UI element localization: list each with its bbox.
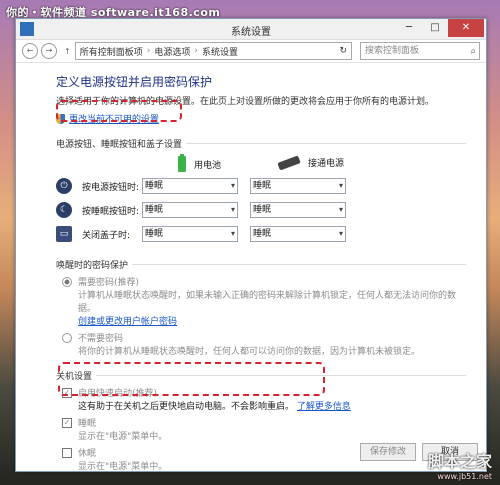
sleep-title: 睡眠 (78, 419, 97, 429)
refresh-icon[interactable]: ↻ (339, 46, 347, 56)
close-button[interactable]: ✕ (448, 19, 484, 37)
close-lid-plugged-select[interactable]: 睡眠 (250, 226, 346, 242)
no-password-title: 不需要密码 (78, 334, 124, 344)
back-button[interactable]: ← (22, 43, 38, 59)
watermark-bottom-right: 脚本之家 www.jb51.net (428, 448, 492, 481)
up-button[interactable]: ↑ (64, 47, 71, 56)
power-plug-icon (277, 154, 301, 171)
sleep-button-row: ☾ 按睡眠按钮时: 睡眠 睡眠 (56, 198, 466, 222)
search-input[interactable]: 搜索控制面板 ⌕ (360, 42, 480, 60)
hibernate-desc: 显示在"电源"菜单中。 (78, 462, 168, 472)
sleep-checkbox[interactable]: ✓ (62, 418, 72, 428)
sleep-desc: 显示在"电源"菜单中。 (78, 432, 168, 442)
forward-button[interactable]: → (41, 43, 57, 59)
power-button-row: ⏻ 按电源按钮时: 睡眠 睡眠 (56, 174, 466, 198)
system-settings-window: 系统设置 ─ □ ✕ ← → ↑ 所有控制面板项 › 电源选项 › 系统设置 ↻… (15, 18, 487, 472)
titlebar: 系统设置 ─ □ ✕ (16, 19, 486, 40)
crumb-power-options[interactable]: 电源选项 (154, 45, 190, 58)
require-password-desc: 计算机从睡眠状态唤醒时，如果未输入正确的密码来解除计算机锁定，任何人都无法访问你… (78, 291, 457, 314)
sleep-button-battery-select[interactable]: 睡眠 (142, 202, 238, 218)
plugged-column-header: 接通电源 (277, 154, 344, 171)
search-icon[interactable]: ⌕ (470, 44, 476, 60)
no-password-desc: 将你的计算机从睡眠状态唤醒时，任何人都可以访问你的数据，因为计算机未被锁定。 (78, 347, 421, 357)
hibernate-checkbox[interactable] (62, 448, 72, 458)
close-lid-battery-select[interactable]: 睡眠 (142, 226, 238, 242)
battery-icon (178, 154, 186, 172)
fast-startup-desc: 这有助于在关机之后更快地启动电脑。不会影响重启。 (78, 402, 295, 412)
hibernate-title: 休眠 (78, 449, 97, 459)
power-button-plugged-select[interactable]: 睡眠 (250, 178, 346, 194)
power-icon: ⏻ (56, 178, 72, 194)
power-button-battery-select[interactable]: 睡眠 (142, 178, 238, 194)
require-password-radio[interactable] (62, 277, 72, 287)
minimize-button[interactable]: ─ (396, 19, 422, 37)
close-lid-label: 关闭盖子时: (82, 230, 131, 241)
require-password-title: 需要密码(推荐) (78, 278, 140, 288)
maximize-button[interactable]: □ (422, 19, 448, 37)
crumb-separator-icon: › (194, 46, 198, 56)
power-button-label: 按电源按钮时: (82, 182, 140, 193)
password-section-label: 唤醒时的密码保护 (56, 258, 466, 271)
search-placeholder: 搜索控制面板 (365, 46, 420, 56)
navigation-bar: ← → ↑ 所有控制面板项 › 电源选项 › 系统设置 ↻ 搜索控制面板 ⌕ (16, 40, 486, 63)
highlight-fast-startup (58, 362, 325, 396)
create-password-link[interactable]: 创建或更改用户帐户密码 (78, 314, 466, 327)
watermark-title: 脚本之家 (427, 452, 492, 471)
sleep-button-plugged-select[interactable]: 睡眠 (250, 202, 346, 218)
crumb-system-settings[interactable]: 系统设置 (202, 45, 238, 58)
sleep-button-label: 按睡眠按钮时: (82, 206, 140, 217)
crumb-separator-icon: › (146, 46, 151, 56)
watermark-url: www.jb51.net (437, 472, 492, 481)
moon-icon: ☾ (56, 202, 72, 218)
address-bar[interactable]: 所有控制面板项 › 电源选项 › 系统设置 ↻ (74, 42, 352, 60)
close-lid-row: ▭ 关闭盖子时: 睡眠 睡眠 (56, 222, 466, 246)
highlight-change-settings (56, 100, 182, 122)
no-password-radio[interactable] (62, 333, 72, 343)
require-password-option[interactable]: 需要密码(推荐) 计算机从睡眠状态唤醒时，如果未输入正确的密码来解除计算机锁定，… (62, 275, 466, 327)
page-title: 定义电源按钮并启用密码保护 (56, 75, 213, 89)
save-changes-button[interactable]: 保存修改 (360, 443, 416, 461)
sleep-option[interactable]: ✓ 睡眠 显示在"电源"菜单中。 (62, 416, 466, 442)
no-password-option[interactable]: 不需要密码 将你的计算机从睡眠状态唤醒时，任何人都可以访问你的数据，因为计算机未… (62, 331, 466, 357)
power-section-label: 电源按钮、睡眠按钮和盖子设置 (56, 137, 466, 150)
learn-more-link[interactable]: 了解更多信息 (297, 402, 351, 412)
battery-column-header: 用电池 (178, 154, 221, 172)
laptop-lid-icon: ▭ (56, 226, 72, 242)
crumb-all-items[interactable]: 所有控制面板项 (80, 45, 143, 58)
